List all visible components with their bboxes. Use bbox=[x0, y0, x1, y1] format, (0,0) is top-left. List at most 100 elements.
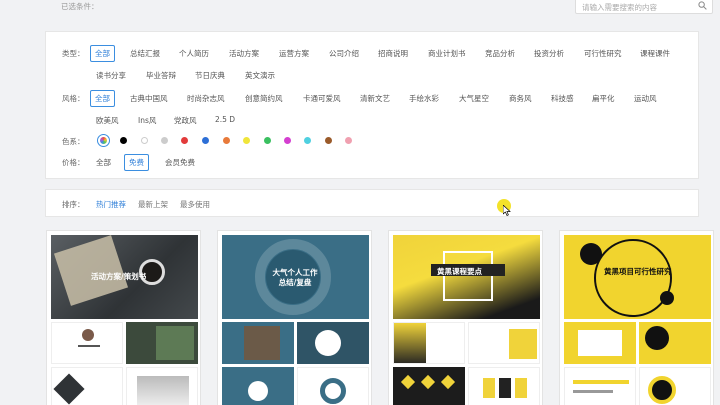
type-tag[interactable]: 可行性研究 bbox=[584, 48, 622, 59]
slide-thumbnail bbox=[297, 367, 369, 405]
card-cover[interactable]: 大气个人工作总结/复盘 bbox=[222, 235, 369, 319]
price-label: 价格： bbox=[62, 158, 85, 167]
color-swatch-red[interactable] bbox=[181, 137, 188, 144]
color-swatch-gray[interactable] bbox=[161, 137, 168, 144]
style-tag[interactable]: 大气星空 bbox=[459, 93, 489, 104]
type-tag[interactable]: 公司介绍 bbox=[329, 48, 359, 59]
slide-thumbnail bbox=[297, 322, 369, 364]
style-tag[interactable]: 运动风 bbox=[634, 93, 657, 104]
color-swatch-cyan[interactable] bbox=[304, 137, 311, 144]
slide-thumbnail bbox=[126, 367, 198, 405]
slide-thumbnail bbox=[51, 367, 123, 405]
mouse-pointer-icon bbox=[503, 205, 511, 216]
style-tag[interactable]: 商务风 bbox=[509, 93, 532, 104]
price-filter-row: 价格： 全部 免费 会员免费 bbox=[46, 154, 700, 171]
card-cover[interactable]: 黄黑项目可行性研究 bbox=[564, 235, 711, 319]
style-tag[interactable]: 卡通可爱风 bbox=[303, 93, 341, 104]
price-tag-free[interactable]: 免费 bbox=[124, 154, 149, 171]
slide-thumbnail bbox=[51, 322, 123, 364]
style-tag[interactable]: 科技感 bbox=[551, 93, 574, 104]
type-tag[interactable]: 招商说明 bbox=[378, 48, 408, 59]
price-tag-member-free[interactable]: 会员免费 bbox=[165, 157, 195, 168]
sort-panel: 排序： 热门推荐 最新上架 最多使用 bbox=[45, 189, 699, 217]
card-cover[interactable]: 活动方案/策划书 bbox=[51, 235, 198, 319]
color-filter-row: 色系： bbox=[46, 134, 700, 148]
template-card[interactable]: 大气个人工作总结/复盘 bbox=[217, 230, 372, 405]
color-swatch-all[interactable] bbox=[97, 134, 110, 147]
card-cover[interactable]: 黄黑课程要点 bbox=[393, 235, 540, 319]
type-tag-all[interactable]: 全部 bbox=[90, 45, 115, 62]
sort-option-most-used[interactable]: 最多使用 bbox=[180, 199, 210, 210]
style-tag[interactable]: Ins风 bbox=[138, 115, 156, 126]
card-thumbnails bbox=[51, 322, 198, 405]
color-swatch-yellow[interactable] bbox=[243, 137, 250, 144]
sort-label: 排序： bbox=[62, 200, 85, 209]
card-thumbnails bbox=[222, 322, 369, 405]
price-tag-all[interactable]: 全部 bbox=[96, 157, 111, 168]
type-filter-row-2: 读书分享 毕业答辩 节日庆典 英文演示 bbox=[46, 68, 700, 82]
slide-thumbnail bbox=[222, 322, 294, 364]
type-tag[interactable]: 个人简历 bbox=[179, 48, 209, 59]
color-wheel-icon bbox=[100, 137, 107, 144]
color-swatch-orange[interactable] bbox=[223, 137, 230, 144]
slide-thumbnail bbox=[564, 322, 636, 364]
selected-conditions-label: 已选条件： bbox=[61, 2, 99, 11]
top-bar: 已选条件： 请输入需要搜索的内容 bbox=[0, 0, 720, 18]
style-tag[interactable]: 党政风 bbox=[174, 115, 197, 126]
style-tag[interactable]: 古典中国风 bbox=[130, 93, 168, 104]
template-card[interactable]: 活动方案/策划书 bbox=[46, 230, 201, 405]
type-tag[interactable]: 课程课件 bbox=[640, 48, 670, 59]
style-tag[interactable]: 创意简约风 bbox=[245, 93, 283, 104]
style-tag[interactable]: 时尚杂志风 bbox=[187, 93, 225, 104]
slide-thumbnail bbox=[468, 322, 540, 364]
color-swatch-white[interactable] bbox=[141, 137, 148, 144]
slide-thumbnail bbox=[393, 367, 465, 405]
type-tag[interactable]: 读书分享 bbox=[96, 70, 126, 81]
type-tag[interactable]: 运营方案 bbox=[279, 48, 309, 59]
card-title: 黄黑课程要点 bbox=[437, 267, 482, 276]
style-tag[interactable]: 清新文艺 bbox=[360, 93, 390, 104]
type-tag[interactable]: 毕业答辩 bbox=[146, 70, 176, 81]
slide-thumbnail bbox=[564, 367, 636, 405]
template-card[interactable]: 黄黑项目可行性研究 bbox=[559, 230, 714, 405]
slide-thumbnail bbox=[126, 322, 198, 364]
search-placeholder: 请输入需要搜索的内容 bbox=[582, 3, 657, 12]
card-thumbnails bbox=[393, 322, 540, 405]
color-swatch-magenta[interactable] bbox=[284, 137, 291, 144]
sort-option-hot[interactable]: 热门推荐 bbox=[96, 199, 126, 210]
slide-thumbnail bbox=[468, 367, 540, 405]
slide-thumbnail bbox=[639, 367, 711, 405]
style-tag[interactable]: 扁平化 bbox=[592, 93, 615, 104]
type-label: 类型： bbox=[62, 49, 85, 58]
color-swatch-pink[interactable] bbox=[345, 137, 352, 144]
template-card[interactable]: 黄黑课程要点 bbox=[388, 230, 543, 405]
card-thumbnails bbox=[564, 322, 711, 405]
slide-thumbnail bbox=[639, 322, 711, 364]
card-title: 大气个人工作总结/复盘 bbox=[272, 268, 318, 287]
style-tag[interactable]: 欧美风 bbox=[96, 115, 119, 126]
slide-thumbnail bbox=[393, 322, 465, 364]
card-title: 活动方案/策划书 bbox=[91, 272, 147, 281]
color-label: 色系： bbox=[62, 137, 85, 146]
style-tag-all[interactable]: 全部 bbox=[90, 90, 115, 107]
style-label: 风格： bbox=[62, 94, 85, 103]
type-tag[interactable]: 总结汇报 bbox=[130, 48, 160, 59]
slide-thumbnail bbox=[222, 367, 294, 405]
sort-option-newest[interactable]: 最新上架 bbox=[138, 199, 168, 210]
type-filter-row: 类型： 全部 总结汇报 个人简历 活动方案 运营方案 公司介绍 招商说明 商业计… bbox=[46, 45, 700, 62]
style-filter-row-2: 欧美风 Ins风 党政风 2.5 D bbox=[46, 113, 700, 127]
color-swatch-black[interactable] bbox=[120, 137, 127, 144]
style-tag[interactable]: 手绘水彩 bbox=[409, 93, 439, 104]
type-tag[interactable]: 竞品分析 bbox=[485, 48, 515, 59]
color-swatch-blue[interactable] bbox=[202, 137, 209, 144]
color-swatch-green[interactable] bbox=[264, 137, 271, 144]
search-input[interactable]: 请输入需要搜索的内容 bbox=[575, 0, 713, 14]
type-tag[interactable]: 英文演示 bbox=[245, 70, 275, 81]
type-tag[interactable]: 投资分析 bbox=[534, 48, 564, 59]
style-tag[interactable]: 2.5 D bbox=[215, 115, 235, 124]
type-tag[interactable]: 活动方案 bbox=[229, 48, 259, 59]
type-tag[interactable]: 商业计划书 bbox=[428, 48, 466, 59]
color-swatch-brown[interactable] bbox=[325, 137, 332, 144]
type-tag[interactable]: 节日庆典 bbox=[195, 70, 225, 81]
search-icon[interactable] bbox=[698, 1, 707, 10]
